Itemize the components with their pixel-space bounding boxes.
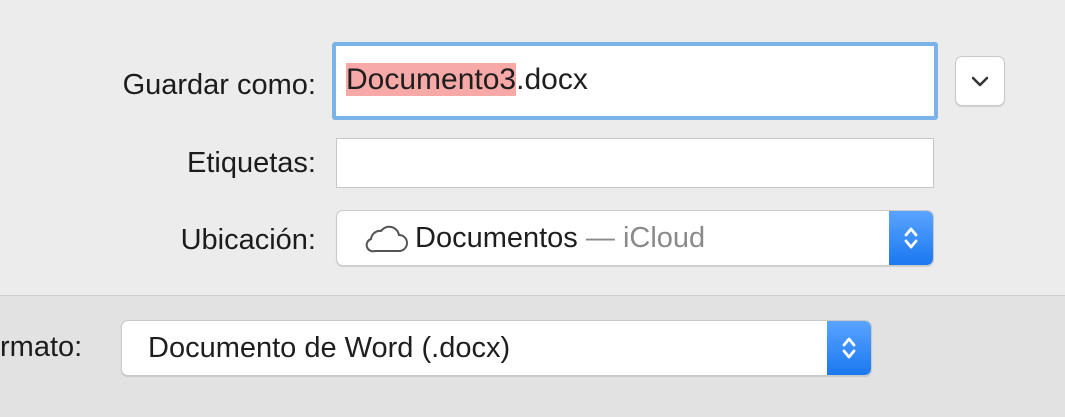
format-panel: rmato: Documento de Word (.docx) <box>0 296 1065 417</box>
format-stepper[interactable] <box>827 321 871 375</box>
location-popup[interactable]: Documentos — iCloud <box>336 210 934 266</box>
tags-field[interactable] <box>336 138 934 188</box>
chevron-down-icon <box>971 76 989 87</box>
location-service: iCloud <box>622 222 706 254</box>
cloud-icon <box>365 225 408 253</box>
filename-field[interactable]: Documento3.docx <box>332 42 938 120</box>
format-popup[interactable]: Documento de Word (.docx) <box>121 320 872 376</box>
tags-label: Etiquetas: <box>187 147 316 179</box>
format-value: Documento de Word (.docx) <box>148 332 511 364</box>
filename-selected-text: Documento3 <box>346 63 517 96</box>
save-options-panel: Guardar como: Documento3.docx Etiquetas:… <box>0 0 1065 295</box>
up-down-chevron-icon <box>842 337 856 359</box>
location-folder: Documentos <box>415 222 578 254</box>
expand-dialog-button[interactable] <box>955 56 1005 106</box>
format-label: rmato: <box>0 331 83 363</box>
filename-extension: .docx <box>516 63 588 96</box>
up-down-chevron-icon <box>904 227 918 249</box>
location-separator: — <box>577 222 623 254</box>
save-as-label: Guardar como: <box>122 69 316 101</box>
location-stepper[interactable] <box>889 211 933 265</box>
location-label: Ubicación: <box>180 224 316 256</box>
